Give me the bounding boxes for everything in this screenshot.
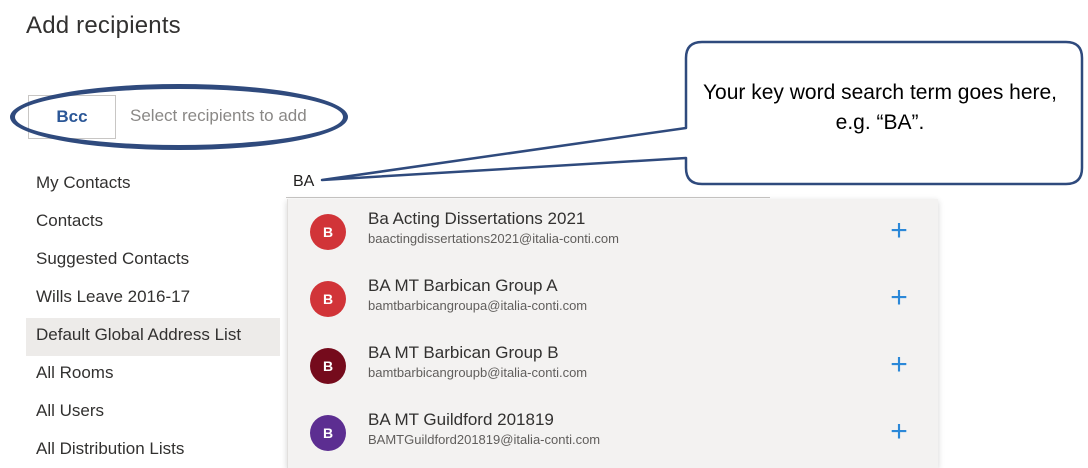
dialog-title: Add recipients	[26, 12, 181, 39]
add-icon[interactable]: +	[884, 417, 914, 448]
address-list-nav: My Contacts Contacts Suggested Contacts …	[26, 166, 280, 468]
add-icon[interactable]: +	[884, 350, 914, 381]
search-underline	[286, 197, 770, 198]
recipient-field: Bcc Select recipients to add	[28, 95, 340, 139]
search-results: B Ba Acting Dissertations 2021 baactingd…	[287, 199, 938, 468]
result-email: bamtbarbicangroupa@italia-conti.com	[368, 298, 588, 313]
callout-text: Your key word search term goes here, e.g…	[702, 81, 1058, 134]
nav-item-suggested-contacts[interactable]: Suggested Contacts	[26, 242, 280, 280]
nav-item-wills-leave[interactable]: Wills Leave 2016-17	[26, 280, 280, 318]
result-name: BA MT Barbican Group A	[368, 276, 558, 295]
result-name: BA MT Guildford 201819	[368, 410, 554, 429]
nav-item-all-distribution-lists[interactable]: All Distribution Lists	[26, 432, 280, 468]
result-name: Ba Acting Dissertations 2021	[368, 209, 586, 228]
add-icon[interactable]: +	[884, 283, 914, 314]
result-row[interactable]: B BA MT Barbican Group A bamtbarbicangro…	[288, 266, 938, 333]
avatar: B	[310, 214, 346, 250]
result-email: BAMTGuildford201819@italia-conti.com	[368, 432, 601, 447]
add-recipients-dialog: Add recipients Bcc Select recipients to …	[0, 0, 1088, 468]
add-icon[interactable]: +	[884, 216, 914, 247]
result-email: baactingdissertations2021@italia-conti.c…	[368, 231, 619, 246]
result-name: BA MT Barbican Group B	[368, 343, 559, 362]
result-email: bamtbarbicangroupb@italia-conti.com	[368, 365, 588, 380]
avatar: B	[310, 348, 346, 384]
result-row[interactable]: B Ba Acting Dissertations 2021 baactingd…	[288, 199, 938, 266]
nav-item-all-rooms[interactable]: All Rooms	[26, 356, 280, 394]
nav-item-my-contacts[interactable]: My Contacts	[26, 166, 280, 204]
result-row[interactable]: B BA MT Barbican Group B bamtbarbicangro…	[288, 333, 938, 400]
avatar: B	[310, 415, 346, 451]
avatar: B	[310, 281, 346, 317]
recipients-placeholder[interactable]: Select recipients to add	[130, 106, 307, 126]
result-row[interactable]: B BA MT Guildford 201819 BAMTGuildford20…	[288, 400, 938, 467]
nav-item-all-users[interactable]: All Users	[26, 394, 280, 432]
search-input[interactable]	[286, 166, 770, 198]
bcc-button[interactable]: Bcc	[28, 95, 116, 139]
nav-item-contacts[interactable]: Contacts	[26, 204, 280, 242]
nav-item-default-global-address-list[interactable]: Default Global Address List	[26, 318, 280, 356]
